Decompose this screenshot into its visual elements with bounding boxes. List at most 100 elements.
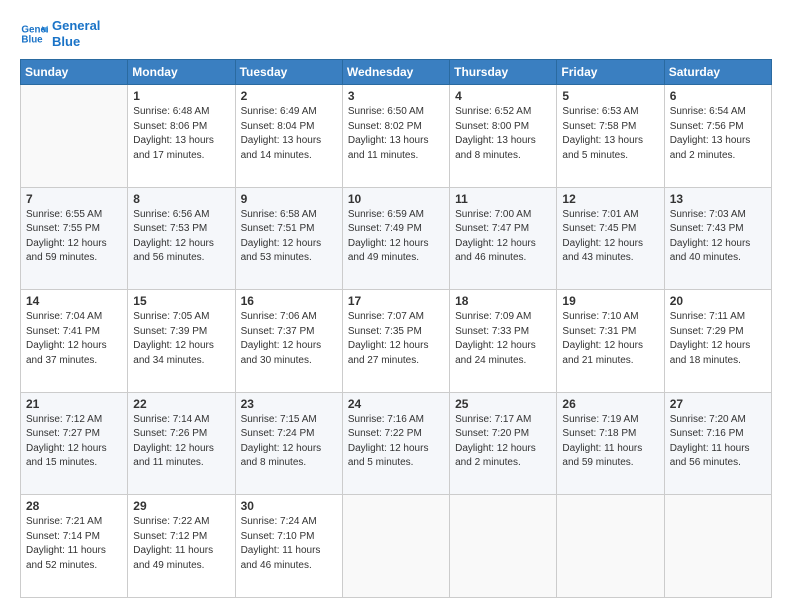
- day-info: Sunrise: 6:50 AM Sunset: 8:02 PM Dayligh…: [348, 105, 444, 163]
- calendar-cell: [21, 85, 128, 188]
- day-number: 6: [670, 89, 766, 103]
- day-number: 23: [241, 397, 337, 411]
- logo-blue: Blue: [52, 34, 100, 50]
- calendar-cell: 6 Sunrise: 6:54 AM Sunset: 7:56 PM Daylig…: [664, 85, 771, 188]
- day-info: Sunrise: 7:14 AM Sunset: 7:26 PM Dayligh…: [133, 413, 229, 471]
- day-number: 8: [133, 192, 229, 206]
- day-number: 14: [26, 294, 122, 308]
- calendar-table: SundayMondayTuesdayWednesdayThursdayFrid…: [20, 59, 772, 598]
- day-number: 27: [670, 397, 766, 411]
- day-info: Sunrise: 6:53 AM Sunset: 7:58 PM Dayligh…: [562, 105, 658, 163]
- day-number: 2: [241, 89, 337, 103]
- calendar-cell: [450, 495, 557, 598]
- day-number: 12: [562, 192, 658, 206]
- calendar-cell: [342, 495, 449, 598]
- calendar-body: 1 Sunrise: 6:48 AM Sunset: 8:06 PM Daylig…: [21, 85, 772, 598]
- day-info: Sunrise: 7:15 AM Sunset: 7:24 PM Dayligh…: [241, 413, 337, 471]
- calendar-header: SundayMondayTuesdayWednesdayThursdayFrid…: [21, 60, 772, 85]
- day-info: Sunrise: 7:10 AM Sunset: 7:31 PM Dayligh…: [562, 310, 658, 368]
- day-info: Sunrise: 7:04 AM Sunset: 7:41 PM Dayligh…: [26, 310, 122, 368]
- day-info: Sunrise: 7:03 AM Sunset: 7:43 PM Dayligh…: [670, 208, 766, 266]
- calendar-cell: [664, 495, 771, 598]
- calendar-cell: 25 Sunrise: 7:17 AM Sunset: 7:20 PM Dayli…: [450, 392, 557, 495]
- week-row-1: 1 Sunrise: 6:48 AM Sunset: 8:06 PM Daylig…: [21, 85, 772, 188]
- day-info: Sunrise: 6:54 AM Sunset: 7:56 PM Dayligh…: [670, 105, 766, 163]
- day-info: Sunrise: 7:06 AM Sunset: 7:37 PM Dayligh…: [241, 310, 337, 368]
- day-info: Sunrise: 7:17 AM Sunset: 7:20 PM Dayligh…: [455, 413, 551, 471]
- day-info: Sunrise: 7:24 AM Sunset: 7:10 PM Dayligh…: [241, 515, 337, 573]
- day-of-week-saturday: Saturday: [664, 60, 771, 85]
- day-info: Sunrise: 6:52 AM Sunset: 8:00 PM Dayligh…: [455, 105, 551, 163]
- day-number: 21: [26, 397, 122, 411]
- week-row-3: 14 Sunrise: 7:04 AM Sunset: 7:41 PM Dayli…: [21, 290, 772, 393]
- day-info: Sunrise: 7:20 AM Sunset: 7:16 PM Dayligh…: [670, 413, 766, 471]
- calendar-cell: 28Sunrise: 7:21 AM Sunset: 7:14 PM Dayli…: [21, 495, 128, 598]
- calendar-cell: 17Sunrise: 7:07 AM Sunset: 7:35 PM Dayli…: [342, 290, 449, 393]
- calendar-cell: 16 Sunrise: 7:06 AM Sunset: 7:37 PM Dayli…: [235, 290, 342, 393]
- days-of-week-row: SundayMondayTuesdayWednesdayThursdayFrid…: [21, 60, 772, 85]
- logo: General Blue General Blue: [20, 18, 100, 49]
- svg-text:Blue: Blue: [21, 34, 43, 45]
- day-of-week-thursday: Thursday: [450, 60, 557, 85]
- calendar-cell: 24 Sunrise: 7:16 AM Sunset: 7:22 PM Dayli…: [342, 392, 449, 495]
- day-number: 10: [348, 192, 444, 206]
- day-info: Sunrise: 6:59 AM Sunset: 7:49 PM Dayligh…: [348, 208, 444, 266]
- calendar-cell: 27 Sunrise: 7:20 AM Sunset: 7:16 PM Dayli…: [664, 392, 771, 495]
- day-info: Sunrise: 6:48 AM Sunset: 8:06 PM Dayligh…: [133, 105, 229, 163]
- day-of-week-tuesday: Tuesday: [235, 60, 342, 85]
- page-header: General Blue General Blue: [20, 18, 772, 49]
- day-number: 17: [348, 294, 444, 308]
- calendar-cell: 12 Sunrise: 7:01 AM Sunset: 7:45 PM Dayli…: [557, 187, 664, 290]
- day-info: Sunrise: 6:55 AM Sunset: 7:55 PM Dayligh…: [26, 208, 122, 266]
- day-number: 9: [241, 192, 337, 206]
- calendar-cell: 26 Sunrise: 7:19 AM Sunset: 7:18 PM Dayli…: [557, 392, 664, 495]
- week-row-5: 28Sunrise: 7:21 AM Sunset: 7:14 PM Dayli…: [21, 495, 772, 598]
- calendar-cell: 19 Sunrise: 7:10 AM Sunset: 7:31 PM Dayli…: [557, 290, 664, 393]
- day-number: 30: [241, 499, 337, 513]
- day-number: 4: [455, 89, 551, 103]
- day-number: 13: [670, 192, 766, 206]
- calendar-cell: 18 Sunrise: 7:09 AM Sunset: 7:33 PM Dayli…: [450, 290, 557, 393]
- day-info: Sunrise: 6:56 AM Sunset: 7:53 PM Dayligh…: [133, 208, 229, 266]
- logo-general: General: [52, 18, 100, 34]
- calendar-cell: 21Sunrise: 7:12 AM Sunset: 7:27 PM Dayli…: [21, 392, 128, 495]
- calendar-cell: 30 Sunrise: 7:24 AM Sunset: 7:10 PM Dayli…: [235, 495, 342, 598]
- day-of-week-wednesday: Wednesday: [342, 60, 449, 85]
- calendar-cell: 9 Sunrise: 6:58 AM Sunset: 7:51 PM Daylig…: [235, 187, 342, 290]
- day-number: 26: [562, 397, 658, 411]
- calendar-cell: 5Sunrise: 6:53 AM Sunset: 7:58 PM Daylig…: [557, 85, 664, 188]
- calendar-cell: 29Sunrise: 7:22 AM Sunset: 7:12 PM Dayli…: [128, 495, 235, 598]
- day-info: Sunrise: 7:19 AM Sunset: 7:18 PM Dayligh…: [562, 413, 658, 471]
- day-number: 3: [348, 89, 444, 103]
- day-number: 7: [26, 192, 122, 206]
- day-number: 22: [133, 397, 229, 411]
- day-of-week-monday: Monday: [128, 60, 235, 85]
- week-row-4: 21Sunrise: 7:12 AM Sunset: 7:27 PM Dayli…: [21, 392, 772, 495]
- day-number: 28: [26, 499, 122, 513]
- day-number: 11: [455, 192, 551, 206]
- day-number: 1: [133, 89, 229, 103]
- day-info: Sunrise: 7:16 AM Sunset: 7:22 PM Dayligh…: [348, 413, 444, 471]
- day-info: Sunrise: 6:58 AM Sunset: 7:51 PM Dayligh…: [241, 208, 337, 266]
- day-number: 20: [670, 294, 766, 308]
- day-info: Sunrise: 7:09 AM Sunset: 7:33 PM Dayligh…: [455, 310, 551, 368]
- day-number: 25: [455, 397, 551, 411]
- day-info: Sunrise: 7:01 AM Sunset: 7:45 PM Dayligh…: [562, 208, 658, 266]
- calendar-cell: 1 Sunrise: 6:48 AM Sunset: 8:06 PM Daylig…: [128, 85, 235, 188]
- day-number: 19: [562, 294, 658, 308]
- day-info: Sunrise: 7:22 AM Sunset: 7:12 PM Dayligh…: [133, 515, 229, 573]
- calendar-cell: 23 Sunrise: 7:15 AM Sunset: 7:24 PM Dayli…: [235, 392, 342, 495]
- calendar-cell: 10 Sunrise: 6:59 AM Sunset: 7:49 PM Dayli…: [342, 187, 449, 290]
- calendar-cell: 13 Sunrise: 7:03 AM Sunset: 7:43 PM Dayli…: [664, 187, 771, 290]
- calendar-cell: 11Sunrise: 7:00 AM Sunset: 7:47 PM Dayli…: [450, 187, 557, 290]
- calendar-cell: 15Sunrise: 7:05 AM Sunset: 7:39 PM Dayli…: [128, 290, 235, 393]
- day-number: 18: [455, 294, 551, 308]
- calendar-cell: 20Sunrise: 7:11 AM Sunset: 7:29 PM Dayli…: [664, 290, 771, 393]
- calendar-cell: 3 Sunrise: 6:50 AM Sunset: 8:02 PM Daylig…: [342, 85, 449, 188]
- day-number: 16: [241, 294, 337, 308]
- calendar-cell: 2Sunrise: 6:49 AM Sunset: 8:04 PM Daylig…: [235, 85, 342, 188]
- calendar-cell: 22 Sunrise: 7:14 AM Sunset: 7:26 PM Dayli…: [128, 392, 235, 495]
- week-row-2: 7 Sunrise: 6:55 AM Sunset: 7:55 PM Daylig…: [21, 187, 772, 290]
- day-number: 24: [348, 397, 444, 411]
- calendar-cell: 4 Sunrise: 6:52 AM Sunset: 8:00 PM Daylig…: [450, 85, 557, 188]
